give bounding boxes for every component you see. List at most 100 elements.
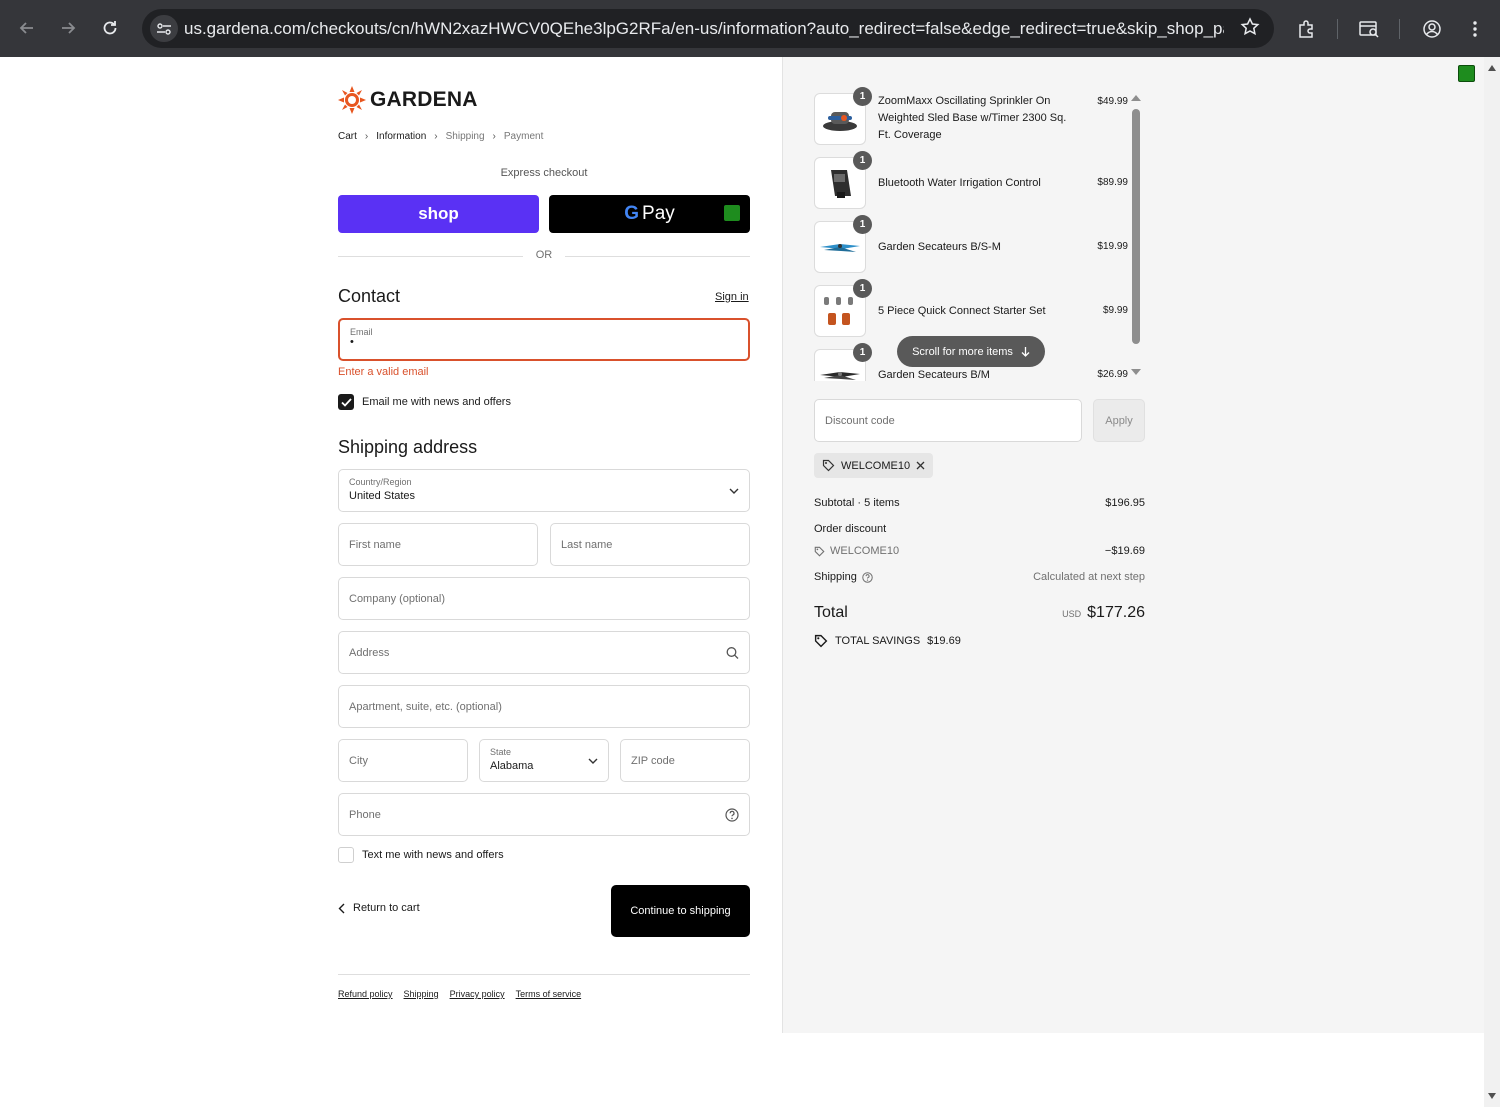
address-bar[interactable]: us.gardena.com/checkouts/cn/hWN2xazHWCV0… [142, 9, 1274, 48]
privacy-policy-link[interactable]: Privacy policy [450, 989, 505, 999]
total-value: $177.26 [1087, 604, 1145, 621]
sms-news-checkbox[interactable] [338, 847, 354, 863]
scroll-up-arrow-icon[interactable] [1131, 95, 1141, 101]
company-field[interactable]: Company (optional) [338, 577, 750, 620]
help-circle-icon[interactable] [725, 807, 739, 822]
zip-code-field[interactable]: ZIP code [620, 739, 750, 782]
back-button[interactable] [13, 14, 41, 42]
return-to-cart-link[interactable]: Return to cart [338, 902, 420, 914]
item-price: $9.99 [1102, 305, 1128, 316]
total-amount: USD $177.26 [1062, 604, 1145, 622]
continue-to-shipping-button[interactable]: Continue to shipping [611, 885, 750, 937]
country-select[interactable]: Country/Region United States [338, 469, 750, 512]
email-news-label: Email me with news and offers [362, 396, 511, 408]
phone-field[interactable]: Phone [338, 793, 750, 836]
subtotal-row: Subtotal · 5 items $196.95 [814, 497, 1145, 509]
help-circle-icon[interactable] [862, 571, 873, 583]
continue-to-shipping-label: Continue to shipping [630, 905, 731, 917]
scroll-for-more-items-button[interactable]: Scroll for more items [897, 336, 1045, 367]
sms-news-option[interactable]: Text me with news and offers [338, 847, 504, 863]
scroll-for-more-items-label: Scroll for more items [912, 345, 1013, 358]
address-field[interactable]: Address [338, 631, 750, 674]
item-price: $49.99 [1097, 96, 1128, 107]
forward-button[interactable] [54, 14, 82, 42]
country-value: United States [349, 490, 416, 502]
item-name: 5 Piece Quick Connect Starter Set [878, 305, 1046, 317]
scroll-down-arrow-icon[interactable] [1488, 1093, 1496, 1099]
items-scrollbar-thumb[interactable] [1132, 109, 1140, 344]
shipping-policy-link[interactable]: Shipping [404, 989, 439, 999]
terms-of-service-link[interactable]: Terms of service [516, 989, 582, 999]
company-placeholder: Company (optional) [349, 592, 445, 605]
apartment-field[interactable]: Apartment, suite, etc. (optional) [338, 685, 750, 728]
shipping-label-group: Shipping [814, 571, 873, 583]
zip-code-placeholder: ZIP code [631, 754, 675, 767]
discount-code-label: WELCOME10 [830, 545, 900, 557]
page-scrollbar[interactable] [1484, 57, 1500, 1107]
email-value: • [350, 336, 354, 348]
quantity-badge: 1 [853, 87, 872, 106]
google-g-icon: G [624, 203, 640, 224]
scroll-up-arrow-icon[interactable] [1488, 65, 1496, 71]
city-field[interactable]: City [338, 739, 468, 782]
item-name: Garden Secateurs B/M [878, 369, 990, 381]
total-currency: USD [1062, 609, 1082, 619]
footer-links: Refund policy Shipping Privacy policy Te… [338, 989, 581, 999]
search-icon [726, 646, 739, 659]
state-value: Alabama [490, 760, 534, 772]
item-name: Bluetooth Water Irrigation Control [878, 177, 1041, 189]
bookmark-star-icon[interactable] [1240, 17, 1260, 42]
breadcrumb-cart[interactable]: Cart [338, 131, 357, 142]
list-item: 1 5 Piece Quick Connect Starter Set $9.9… [814, 279, 1130, 337]
shop-pay-button[interactable]: shop [338, 195, 539, 233]
quantity-badge: 1 [853, 279, 872, 298]
menu-button[interactable] [1461, 15, 1489, 43]
extensions-button[interactable] [1293, 15, 1321, 43]
total-row: Total USD $177.26 [814, 604, 1145, 622]
city-placeholder: City [349, 754, 368, 767]
shipping-value: Calculated at next step [1033, 571, 1145, 583]
account-icon [1423, 20, 1441, 38]
applied-discount-chip: WELCOME10 [814, 453, 934, 478]
email-field[interactable]: Email • [338, 318, 750, 361]
state-select[interactable]: State Alabama [479, 739, 609, 782]
apply-discount-button[interactable]: Apply [1093, 399, 1145, 442]
url-text[interactable]: us.gardena.com/checkouts/cn/hWN2xazHWCV0… [184, 19, 1224, 39]
email-news-checkbox[interactable] [338, 394, 354, 410]
discount-value: −$19.69 [1104, 545, 1145, 557]
sign-in-link[interactable]: Sign in [715, 291, 749, 303]
sms-news-label: Text me with news and offers [362, 849, 504, 861]
profile-button[interactable] [1418, 15, 1446, 43]
state-label: State [490, 747, 512, 757]
email-error-message: Enter a valid email [338, 366, 429, 378]
quantity-badge: 1 [853, 215, 872, 234]
breadcrumb-payment: Payment [503, 131, 544, 142]
shop-pay-label: shop [418, 204, 459, 223]
google-pay-button[interactable]: G Pay [549, 195, 750, 233]
shipping-label: Shipping [814, 571, 857, 583]
close-icon[interactable] [916, 461, 925, 470]
divider [338, 256, 523, 257]
email-news-option[interactable]: Email me with news and offers [338, 394, 511, 410]
tab-search-button[interactable] [1355, 15, 1383, 43]
first-name-placeholder: First name [349, 538, 401, 551]
subtotal-label: Subtotal · 5 items [814, 497, 900, 509]
divider [565, 256, 750, 257]
chevron-right-icon: › [492, 131, 496, 142]
refund-policy-link[interactable]: Refund policy [338, 989, 393, 999]
gardena-logo[interactable]: GARDENA [338, 86, 478, 114]
reload-icon [103, 21, 117, 35]
scroll-down-arrow-icon[interactable] [1131, 369, 1141, 375]
chevron-right-icon: › [364, 131, 369, 142]
shipping-row: Shipping Calculated at next step [814, 571, 1145, 583]
breadcrumb: Cart › Information › Shipping › Payment [338, 131, 543, 142]
site-info-button[interactable] [150, 15, 178, 42]
back-arrow-icon [19, 22, 33, 34]
savings-value: $19.69 [927, 635, 961, 647]
first-name-field[interactable]: First name [338, 523, 538, 566]
last-name-field[interactable]: Last name [550, 523, 750, 566]
reload-button[interactable] [96, 14, 124, 42]
order-discount-row: Order discount [814, 523, 1145, 535]
discount-code-field[interactable]: Discount code [814, 399, 1082, 442]
tag-icon [814, 546, 825, 557]
